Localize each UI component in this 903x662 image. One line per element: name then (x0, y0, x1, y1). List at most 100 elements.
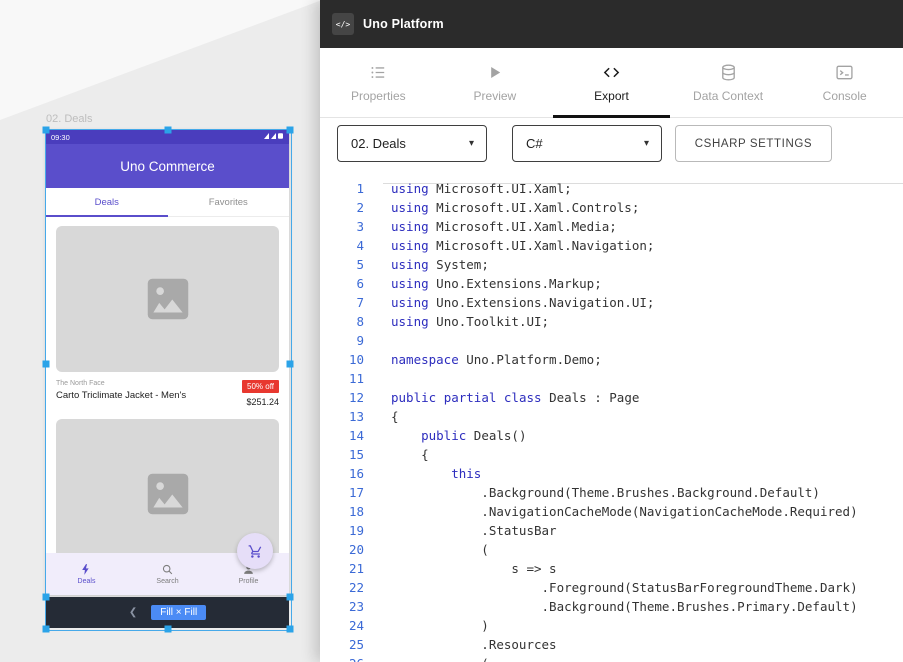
side-panel: </> Uno Platform Properties Preview Expo… (320, 0, 903, 662)
tab-preview[interactable]: Preview (437, 48, 554, 117)
terminal-icon (835, 63, 854, 82)
phone-tab-label: Favorites (209, 197, 248, 208)
discount-badge: 50% off (242, 380, 279, 393)
image-icon (141, 272, 195, 326)
phone-app-bar: Uno Commerce (46, 144, 289, 188)
code-line: 21 s => s (320, 559, 903, 578)
tab-label: Export (594, 89, 629, 103)
line-number: 9 (320, 331, 370, 350)
play-icon (485, 63, 504, 82)
code-text: { (391, 445, 429, 464)
code-line: 6using Uno.Extensions.Markup; (320, 274, 903, 293)
code-line: 4using Microsoft.UI.Xaml.Navigation; (320, 236, 903, 255)
product-pricing: 50% off $251.24 (242, 380, 279, 407)
language-select[interactable]: C# ▾ (512, 125, 662, 162)
code-text: using Microsoft.UI.Xaml.Controls; (391, 198, 639, 217)
code-line: 8 using Uno.Toolkit.UI; (320, 312, 903, 331)
panel-title: Uno Platform (363, 17, 444, 31)
code-text: { (391, 407, 399, 426)
code-line: 25 .Resources (320, 635, 903, 654)
lightning-icon (80, 563, 93, 576)
code-text: .NavigationCacheMode(NavigationCacheMode… (391, 502, 858, 521)
code-text: .Resources (391, 635, 557, 654)
code-text: s => s (391, 559, 557, 578)
tab-label: Preview (474, 89, 517, 103)
code-text: using Uno.Extensions.Navigation.UI; (391, 293, 654, 312)
line-number: 21 (320, 559, 370, 578)
line-number: 11 (320, 369, 370, 388)
code-text: using Uno.Extensions.Markup; (391, 274, 602, 293)
line-number: 4 (320, 236, 370, 255)
phone-tab-bar: Deals Favorites (46, 188, 289, 217)
nav-item-deals[interactable]: Deals (46, 553, 127, 595)
code-editor[interactable]: 1using Microsoft.UI.Xaml;2using Microsof… (320, 179, 903, 662)
chevron-down-icon: ▾ (644, 138, 649, 149)
app-root: 02. Deals 09:30 Uno Commerce Deals Favor… (0, 0, 903, 662)
product-price: $251.24 (246, 397, 279, 407)
tab-label: Console (823, 89, 867, 103)
line-number: 5 (320, 255, 370, 274)
phone-tab-favorites[interactable]: Favorites (168, 188, 290, 216)
database-icon (719, 63, 738, 82)
line-number: 15 (320, 445, 370, 464)
phone-tab-deals[interactable]: Deals (46, 188, 168, 216)
list-icon (369, 63, 388, 82)
tab-properties[interactable]: Properties (320, 48, 437, 117)
nav-item-search[interactable]: Search (127, 553, 208, 595)
line-number: 17 (320, 483, 370, 502)
code-text: using System; (391, 255, 489, 274)
code-icon (602, 63, 621, 82)
code-line: 17 .Background(Theme.Brushes.Background.… (320, 483, 903, 502)
page-select-value: 02. Deals (351, 136, 406, 151)
csharp-settings-button[interactable]: CSHARP SETTINGS (675, 125, 832, 162)
line-number: 20 (320, 540, 370, 559)
phone-status-bar: 09:30 (46, 130, 289, 144)
status-time: 09:30 (51, 133, 70, 142)
code-text: ( (391, 654, 489, 662)
code-line: 2using Microsoft.UI.Xaml.Controls; (320, 198, 903, 217)
uno-platform-logo-icon: </> (332, 13, 354, 35)
line-number: 14 (320, 426, 370, 445)
code-text: .Background(Theme.Brushes.Primary.Defaul… (391, 597, 858, 616)
cart-icon (248, 544, 263, 559)
phone-artboard[interactable]: 09:30 Uno Commerce Deals Favorites (46, 130, 289, 595)
tab-label: Data Context (693, 89, 763, 103)
artboard-label[interactable]: 02. Deals (46, 113, 92, 125)
code-text: .Foreground(StatusBarForegroundTheme.Dar… (391, 578, 858, 597)
page-select[interactable]: 02. Deals ▾ (337, 125, 487, 162)
nav-label: Profile (239, 578, 259, 585)
nav-label: Search (156, 578, 178, 585)
code-line: 10 namespace Uno.Platform.Demo; (320, 350, 903, 369)
line-number: 3 (320, 217, 370, 236)
size-badge[interactable]: Fill × Fill (151, 605, 206, 620)
nav-label: Deals (78, 578, 96, 585)
language-select-value: C# (526, 136, 543, 151)
collapse-chevron-icon[interactable]: ❮ (129, 607, 137, 618)
tab-data-context[interactable]: Data Context (670, 48, 787, 117)
line-number: 23 (320, 597, 370, 616)
line-number: 18 (320, 502, 370, 521)
app-bar-title: Uno Commerce (120, 159, 215, 174)
line-number: 22 (320, 578, 370, 597)
code-text: ) (391, 616, 489, 635)
code-line: 13{ (320, 407, 903, 426)
line-number: 7 (320, 293, 370, 312)
cart-fab[interactable] (237, 533, 273, 569)
code-text: .Background(Theme.Brushes.Background.Def… (391, 483, 820, 502)
code-text: ( (391, 540, 489, 559)
line-number: 8 (320, 312, 370, 331)
image-icon (141, 467, 195, 521)
code-text: using Microsoft.UI.Xaml.Media; (391, 217, 617, 236)
line-number: 1 (320, 179, 370, 198)
product-brand: The North Face (56, 380, 186, 387)
product-text: The North Face Carto Triclimate Jacket -… (56, 380, 186, 401)
tab-export[interactable]: Export (553, 48, 670, 117)
tab-label: Properties (351, 89, 406, 103)
code-text: namespace Uno.Platform.Demo; (391, 350, 602, 369)
line-number: 19 (320, 521, 370, 540)
line-number: 10 (320, 350, 370, 369)
code-line: 7 using Uno.Extensions.Navigation.UI; (320, 293, 903, 312)
code-line: 22 .Foreground(StatusBarForegroundTheme.… (320, 578, 903, 597)
code-text: using Uno.Toolkit.UI; (391, 312, 549, 331)
tab-console[interactable]: Console (786, 48, 903, 117)
